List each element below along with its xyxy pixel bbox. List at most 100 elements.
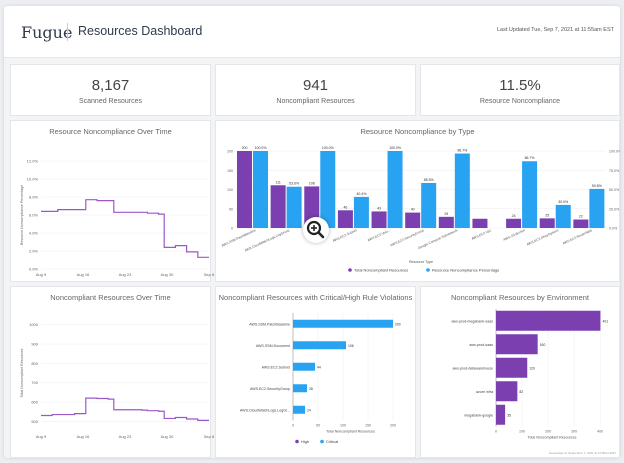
- bar-percentage: [286, 186, 302, 228]
- y-tick-label: 8.0%: [29, 195, 39, 200]
- page-title: Resources Dashboard: [78, 24, 203, 38]
- series-line: [41, 199, 209, 258]
- y2-tick-label: 25.0%: [609, 207, 620, 211]
- bar: [293, 362, 315, 371]
- x-tick-label: AWS.EC2.DhcpOptions: [526, 228, 559, 246]
- chart-card-critical-high: Noncompliant Resources with Critical/Hig…: [215, 286, 416, 458]
- bar: [496, 310, 601, 331]
- data-label: 160: [540, 343, 546, 347]
- data-label-total: 40: [411, 208, 415, 212]
- legend-label: Resource Noncompliance Percentage: [432, 267, 500, 272]
- data-label-total: 25: [545, 213, 549, 217]
- y-tick-label: 500: [31, 419, 38, 424]
- data-label-percentage: 100.0%: [322, 146, 334, 150]
- bar: [496, 381, 518, 402]
- bar-total: [506, 218, 522, 228]
- chart-card-noncompliance-by-type: Resource Noncompliance by Type 0 50 100 150…: [215, 120, 620, 282]
- stat-label: Resource Noncompliance: [479, 98, 561, 105]
- y-tick-label: 50: [229, 207, 233, 211]
- bar: [293, 405, 305, 414]
- chart-card-by-environment: Noncompliant Resources by Environment 01…: [420, 286, 620, 458]
- bar-total: [472, 218, 488, 228]
- x-tick-label: Aug 23: [119, 434, 132, 439]
- x-tick-label: Sep 6: [204, 272, 215, 277]
- bar: [293, 319, 393, 328]
- y-tick-label: 10.0%: [27, 177, 39, 182]
- y-tick-label: 6.0%: [29, 213, 39, 218]
- stat-label: Scanned Resources: [78, 98, 143, 105]
- x-tick-label: 300: [571, 430, 577, 434]
- stat-value: 11.5%: [499, 77, 541, 94]
- y-tick-label: 2.0%: [29, 249, 39, 254]
- data-label-percentage: 50.8%: [592, 184, 602, 188]
- x-tick-label: AWS.EC2.Vpc: [471, 228, 492, 241]
- x-tick-label: AWS.EC2.Subnet: [332, 228, 357, 243]
- x-tick-label: 200: [390, 424, 396, 428]
- x-tick-label: AWS.EC2.Volu...: [367, 228, 391, 242]
- data-label-percentage: 100.0%: [389, 146, 401, 150]
- data-label-percentage: 96.7%: [457, 149, 467, 153]
- data-label: 401: [602, 319, 608, 323]
- data-label-total: 24: [512, 214, 516, 218]
- y2-tick-label: 75.0%: [609, 169, 620, 173]
- data-label-percentage: 53.6%: [289, 182, 299, 186]
- x-tick-label: Aug 23: [119, 272, 132, 277]
- bar-percentage: [555, 204, 571, 228]
- y-axis-label: Resource Noncompliance Percentage: [20, 185, 24, 246]
- y-axis-label: Total Noncompliant Resources: [20, 348, 24, 397]
- data-label-percentage: 30.0%: [558, 200, 568, 204]
- data-label: 35: [507, 413, 511, 417]
- x-tick-label: AWS.S3.Bucket: [503, 228, 526, 242]
- x-tick-label: 100: [340, 424, 346, 428]
- chart-card-noncompliance-over-time: Resource Noncompliance Over Time 0.0% 2.0…: [10, 120, 215, 282]
- category-label: aws-prod-datawarehouse: [452, 366, 493, 370]
- zoom-in-icon: [306, 220, 325, 239]
- x-axis-label: Resource Type: [409, 260, 433, 264]
- bar-chart-by-type: 0 50 100 150 200 0.0% 25.0% 50.0% 75.0% 100.0% 200…: [221, 146, 620, 272]
- y-tick-label: 700: [31, 380, 38, 385]
- x-tick-label: AWS.EC2.RouteTable: [562, 228, 593, 245]
- bar-total: [539, 218, 555, 228]
- header: Fugue Resources Dashboard Last Updated T…: [4, 6, 620, 58]
- data-label-total: 108: [309, 181, 315, 185]
- x-axis-label: Total Noncompliant Resources: [528, 436, 577, 440]
- bar-total: [405, 212, 421, 228]
- zoom-button[interactable]: [303, 217, 329, 243]
- y2-tick-label: 100.0%: [609, 150, 620, 154]
- data-label-total: 46: [343, 205, 347, 209]
- x-tick-label: 400: [597, 430, 603, 434]
- stat-card-scanned: 8,167 Scanned Resources: [10, 64, 211, 116]
- bar: [496, 357, 528, 378]
- category-label: aws-prod-saas: [469, 343, 493, 347]
- line-chart-noncompliance: 0.0% 2.0% 4.0% 6.0% 8.0% 10.0% 12.0% Aug 9 Aug 1…: [20, 159, 215, 278]
- hbar-chart-environment: 0 100 200 300 400 401 aws-prod-megabank-saas 16…: [451, 309, 608, 440]
- y-tick-label: 0.0%: [29, 267, 39, 272]
- category-label: AWS.EC2.Subnet: [262, 365, 290, 369]
- data-label: 44: [317, 365, 321, 369]
- y2-tick-label: 0.0%: [609, 227, 618, 231]
- header-divider: [67, 23, 68, 41]
- category-label: AWS.SSM.Document: [256, 344, 290, 348]
- bar: [496, 334, 538, 355]
- generated-note: Generated on September 7, 2021 at 11:55a…: [549, 451, 616, 455]
- y-tick-label: 150: [227, 169, 233, 173]
- fugue-logo[interactable]: Fugue: [21, 23, 72, 42]
- hbar-chart-critical-high: 0 50 100 150 200 200 AWS.SSM.PatchBaseline 106 A…: [240, 313, 401, 444]
- y-tick-label: 0: [231, 227, 233, 231]
- y-tick-label: 600: [31, 400, 38, 405]
- x-tick-label: 200: [545, 430, 551, 434]
- data-label-percentage: 40.4%: [356, 192, 366, 196]
- x-tick-label: 50: [316, 424, 320, 428]
- series-line: [41, 397, 209, 421]
- x-tick-label: Aug 9: [36, 272, 47, 277]
- category-label: AWS.EC2.SecurityGroup: [250, 387, 290, 391]
- line-chart-resources: 500 600 700 800 900 1000 Aug 9 Aug 16 Aug 23 Aug …: [20, 322, 215, 439]
- y-tick-label: 200: [227, 150, 233, 154]
- x-tick-label: 0: [495, 430, 497, 434]
- data-label: 200: [395, 322, 401, 326]
- bar-total: [270, 185, 286, 228]
- bar-total: [237, 151, 252, 228]
- bar-percentage: [421, 182, 437, 228]
- x-tick-label: 150: [365, 424, 371, 428]
- y-tick-label: 900: [31, 342, 38, 347]
